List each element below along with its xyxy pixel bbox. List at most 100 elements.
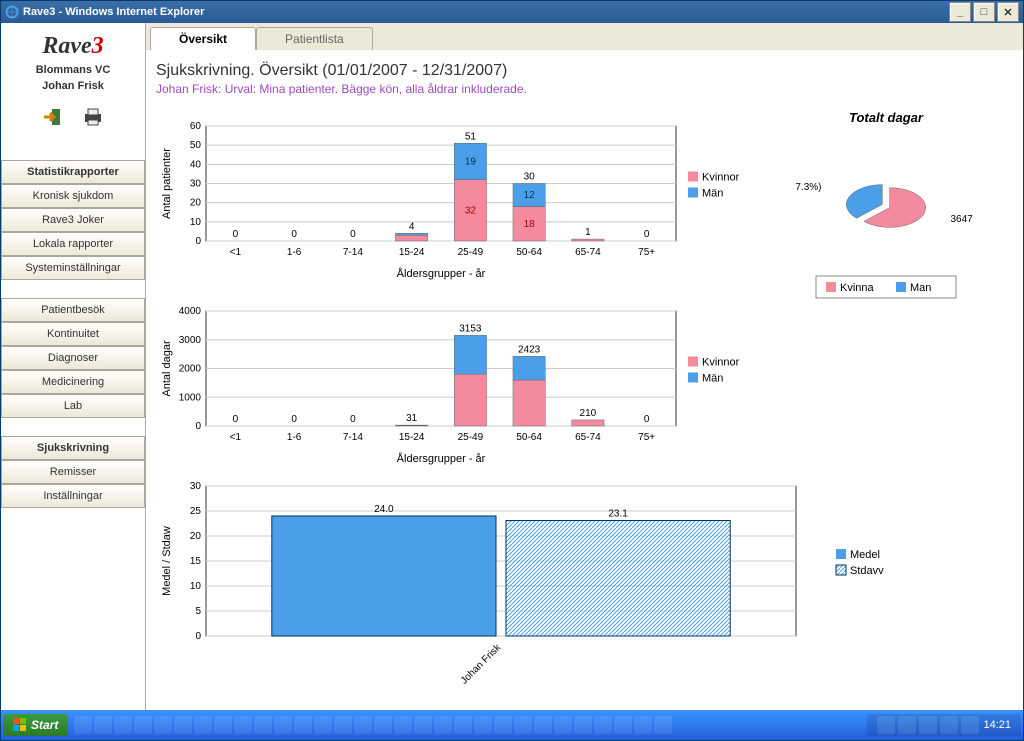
svg-text:15-24: 15-24: [399, 432, 425, 443]
exit-icon[interactable]: [42, 106, 64, 128]
svg-text:75+: 75+: [638, 247, 655, 258]
taskbar-icon[interactable]: [414, 716, 432, 734]
taskbar-icon[interactable]: [174, 716, 192, 734]
svg-text:50: 50: [190, 140, 202, 151]
svg-text:50-64: 50-64: [516, 432, 542, 443]
svg-text:<1: <1: [230, 247, 242, 258]
taskbar-icon[interactable]: [614, 716, 632, 734]
svg-text:Kvinna: Kvinna: [840, 282, 875, 294]
svg-text:31: 31: [406, 413, 418, 424]
svg-text:50-64: 50-64: [516, 247, 542, 258]
svg-text:25-49: 25-49: [458, 247, 484, 258]
tab-patientlista[interactable]: Patientlista: [256, 27, 373, 50]
taskbar-icon[interactable]: [634, 716, 652, 734]
svg-text:7-14: 7-14: [343, 247, 363, 258]
taskbar-icon[interactable]: [154, 716, 172, 734]
sidebar: Rave3 Blommans VC Johan Frisk Statistikr…: [1, 23, 146, 710]
nav-item[interactable]: Lab: [1, 394, 145, 418]
taskbar-icon[interactable]: [234, 716, 252, 734]
nav-item[interactable]: Rave3 Joker: [1, 208, 145, 232]
taskbar-icon[interactable]: [514, 716, 532, 734]
svg-text:65-74: 65-74: [575, 432, 601, 443]
svg-text:19: 19: [465, 156, 477, 167]
taskbar-icon[interactable]: [654, 716, 672, 734]
taskbar-icon[interactable]: [74, 716, 92, 734]
taskbar-icon[interactable]: [574, 716, 592, 734]
page-subtitle: Johan Frisk: Urval: Mina patienter. Bägg…: [156, 82, 1013, 96]
svg-text:40: 40: [190, 159, 202, 170]
svg-text:12: 12: [524, 190, 536, 201]
svg-text:Män: Män: [702, 373, 723, 385]
taskbar-icon[interactable]: [474, 716, 492, 734]
maximize-button[interactable]: □: [973, 2, 995, 22]
taskbar-icon[interactable]: [214, 716, 232, 734]
svg-text:0: 0: [195, 631, 201, 642]
svg-text:0: 0: [350, 414, 356, 425]
app-logo: Rave3: [42, 33, 103, 60]
taskbar-icon[interactable]: [494, 716, 512, 734]
nav-item[interactable]: Diagnoser: [1, 346, 145, 370]
print-icon[interactable]: [82, 106, 104, 128]
svg-text:25-49: 25-49: [458, 432, 484, 443]
taskbar-icon[interactable]: [354, 716, 372, 734]
taskbar-icon[interactable]: [454, 716, 472, 734]
taskbar-icon[interactable]: [94, 716, 112, 734]
tab-oversikt[interactable]: Översikt: [150, 27, 256, 50]
taskbar-icon[interactable]: [114, 716, 132, 734]
svg-text:Kvinnor: Kvinnor: [702, 357, 740, 369]
chart-days: 010002000300040000<101-607-143115-243153…: [156, 291, 796, 466]
nav-item[interactable]: Patientbesök: [1, 298, 145, 322]
nav-header: Sjukskrivning: [1, 436, 145, 460]
taskbar-icon[interactable]: [534, 716, 552, 734]
svg-text:15: 15: [190, 556, 202, 567]
taskbar-icon[interactable]: [594, 716, 612, 734]
svg-text:0: 0: [195, 421, 201, 432]
svg-text:0: 0: [644, 414, 650, 425]
taskbar-icon[interactable]: [194, 716, 212, 734]
taskbar-icon[interactable]: [334, 716, 352, 734]
svg-text:Antal dagar: Antal dagar: [161, 340, 173, 397]
taskbar-icon[interactable]: [314, 716, 332, 734]
taskbar-icon[interactable]: [434, 716, 452, 734]
svg-text:0: 0: [291, 229, 297, 240]
svg-text:20: 20: [190, 531, 202, 542]
nav-item[interactable]: Systeminställningar: [1, 256, 145, 280]
chart-patients: 01020304050600<101-607-14415-2451321925-…: [156, 106, 796, 281]
taskbar-icon[interactable]: [294, 716, 312, 734]
nav-item[interactable]: Medicinering: [1, 370, 145, 394]
nav-item[interactable]: Lokala rapporter: [1, 232, 145, 256]
taskbar-icon[interactable]: [374, 716, 392, 734]
svg-text:0: 0: [644, 229, 650, 240]
svg-text:210: 210: [580, 408, 597, 419]
svg-text:4: 4: [409, 221, 415, 232]
nav-item[interactable]: Inställningar: [1, 484, 145, 508]
taskbar-icon[interactable]: [394, 716, 412, 734]
taskbar-icon[interactable]: [274, 716, 292, 734]
svg-text:0: 0: [195, 236, 201, 247]
window-titlebar: Rave3 - Windows Internet Explorer _ □ ✕: [1, 1, 1023, 23]
svg-text:75+: 75+: [638, 432, 655, 443]
nav-item[interactable]: Kontinuitet: [1, 322, 145, 346]
close-button[interactable]: ✕: [997, 2, 1019, 22]
svg-text:Medel / Stdaw: Medel / Stdaw: [161, 526, 173, 596]
taskbar-icon[interactable]: [254, 716, 272, 734]
svg-text:2000: 2000: [179, 364, 202, 375]
svg-text:Män: Män: [702, 188, 723, 200]
taskbar: Start 14:21: [1, 710, 1023, 740]
svg-text:0: 0: [350, 229, 356, 240]
svg-text:24.0: 24.0: [374, 504, 394, 515]
clock: 14:21: [983, 719, 1011, 731]
svg-text:Johan Frisk: Johan Frisk: [459, 642, 504, 686]
minimize-button[interactable]: _: [949, 2, 971, 22]
svg-text:23.1: 23.1: [608, 509, 628, 520]
nav-item[interactable]: Remisser: [1, 460, 145, 484]
svg-text:10: 10: [190, 581, 202, 592]
start-button[interactable]: Start: [3, 714, 68, 736]
svg-text:30: 30: [190, 481, 202, 492]
org-name: Blommans VC: [36, 64, 111, 76]
taskbar-icon[interactable]: [134, 716, 152, 734]
taskbar-icon[interactable]: [554, 716, 572, 734]
tray-icons[interactable]: [877, 716, 979, 734]
nav-item[interactable]: Kronisk sjukdom: [1, 184, 145, 208]
svg-text:0: 0: [291, 414, 297, 425]
